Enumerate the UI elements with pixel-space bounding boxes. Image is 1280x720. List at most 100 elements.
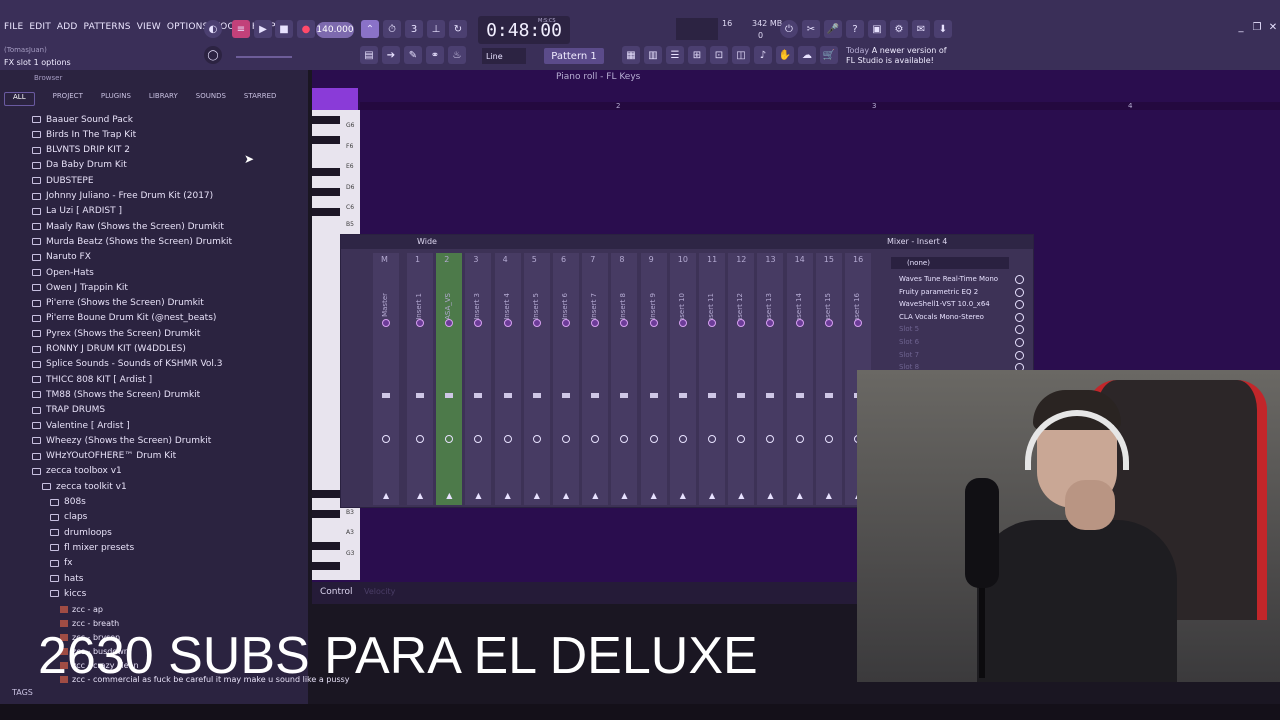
volume-fader[interactable] [474, 393, 483, 398]
volume-fader[interactable] [562, 393, 570, 398]
stereo-knob-icon[interactable] [620, 435, 629, 443]
menu-add[interactable]: ADD [57, 22, 78, 36]
mixer-view-mode[interactable]: Wide [417, 237, 437, 246]
pattern-select[interactable]: Pattern 1 [544, 48, 604, 64]
mixer-strip[interactable]: 13 Insert 13 ▲ [757, 253, 784, 505]
black-key[interactable] [312, 168, 340, 176]
browser-folder[interactable]: THICC 808 KIT [ Ardist ] [32, 372, 152, 387]
fx-slot[interactable]: Slot 7 [899, 351, 919, 359]
route-arrow-icon[interactable]: ▲ [446, 491, 452, 500]
pan-knob-icon[interactable] [416, 319, 424, 327]
volume-fader[interactable] [795, 393, 804, 398]
news-panel[interactable]: Today A newer version of FL Studio is av… [846, 46, 947, 66]
microphone-icon[interactable]: 🎤 [824, 20, 842, 38]
mixer-strip[interactable]: 14 Insert 14 ▲ [786, 253, 813, 505]
browser-folder[interactable]: Baauer Sound Pack [32, 112, 133, 127]
undo-history-icon[interactable]: ✂ [802, 20, 820, 38]
volume-fader[interactable] [737, 393, 746, 398]
channel-rack-icon[interactable]: ▦ [622, 46, 640, 64]
pan-knob-icon[interactable] [737, 319, 746, 327]
control-label[interactable]: Control [320, 587, 353, 597]
help-icon[interactable]: ? [846, 20, 864, 38]
stereo-knob-icon[interactable] [649, 435, 658, 443]
browser-folder[interactable]: kiccs [50, 586, 86, 601]
browser-file[interactable]: zcc - ap [60, 602, 103, 617]
stereo-knob-icon[interactable] [382, 435, 390, 443]
browser-folder[interactable]: Pi'erre (Shows the Screen) Drumkit [32, 296, 204, 311]
black-key[interactable] [312, 116, 340, 124]
stereo-knob-icon[interactable] [445, 435, 454, 443]
mixer-strip[interactable]: 10 Insert 10 ▲ [669, 253, 696, 505]
stereo-knob-icon[interactable] [795, 435, 804, 443]
menu-view[interactable]: VIEW [137, 22, 161, 36]
mixer-strip[interactable]: 12 Insert 12 ▲ [728, 253, 755, 505]
pan-knob-icon[interactable] [445, 319, 454, 327]
tab-all[interactable]: ALL [4, 92, 35, 106]
plugin-picker-icon[interactable]: ⊡ [710, 46, 728, 64]
browser-folder[interactable]: Maaly Raw (Shows the Screen) Drumkit [32, 219, 224, 234]
browser-folder[interactable]: hats [50, 571, 83, 586]
browser-folder[interactable]: BLVNTS DRIP KIT 2 [32, 143, 130, 158]
plugin-icon[interactable]: ⚙ [890, 20, 908, 38]
route-arrow-icon[interactable]: ▲ [826, 491, 832, 500]
mixer-input-select[interactable]: (none) [891, 257, 1009, 269]
fx-enable-icon[interactable] [1015, 312, 1024, 322]
piano-roll-icon[interactable]: ▥ [644, 46, 662, 64]
cart-icon[interactable]: 🛒 [820, 46, 838, 64]
mixer-strip[interactable]: 9 Insert 9 ▲ [640, 253, 667, 505]
tags-label[interactable]: TAGS [12, 688, 33, 697]
playlist-icon[interactable]: ▤ [360, 46, 378, 64]
volume-fader[interactable] [678, 393, 687, 398]
song-mode-icon[interactable]: ≡ [232, 20, 250, 38]
route-arrow-icon[interactable]: ▲ [505, 491, 511, 500]
volume-fader[interactable] [766, 393, 775, 398]
fx-slot[interactable]: Fruity parametric EQ 2 [899, 288, 978, 296]
piano-roll-corner[interactable] [312, 88, 358, 110]
save-icon[interactable]: ▣ [868, 20, 886, 38]
master-volume-knob-icon[interactable]: ◐ [204, 20, 222, 38]
pan-knob-icon[interactable] [474, 319, 483, 327]
volume-fader[interactable] [532, 393, 541, 398]
fx-slot[interactable]: WaveShell1-VST 10.0_x64 [899, 300, 990, 308]
pan-knob-icon[interactable] [382, 319, 390, 327]
step-edit-icon[interactable]: ⊥ [427, 20, 445, 38]
menu-options[interactable]: OPTIONS [167, 22, 209, 36]
pan-knob-icon[interactable] [503, 319, 512, 327]
touch-keyboard-icon[interactable]: ✋ [776, 46, 794, 64]
browser-folder[interactable]: fl mixer presets [50, 540, 134, 555]
browser-folder[interactable]: TRAP DRUMS [32, 403, 105, 418]
route-arrow-icon[interactable]: ▲ [797, 491, 803, 500]
pan-knob-icon[interactable] [708, 319, 716, 327]
route-arrow-icon[interactable]: ▲ [621, 491, 627, 500]
route-arrow-icon[interactable]: ▲ [383, 491, 389, 500]
menu-file[interactable]: FILE [4, 22, 23, 36]
browser-folder[interactable]: Johnny Juliano - Free Drum Kit (2017) [32, 189, 213, 204]
browser-folder[interactable]: zecca toolbox v1 [32, 464, 122, 479]
fx-slot[interactable]: CLA Vocals Mono-Stereo [899, 313, 984, 321]
pan-knob-icon[interactable] [562, 319, 570, 327]
tab-starred[interactable]: STARRED [244, 92, 277, 106]
volume-fader[interactable] [416, 393, 424, 398]
stereo-knob-icon[interactable] [503, 435, 512, 443]
black-key[interactable] [312, 490, 340, 498]
play-icon[interactable]: ▶ [254, 20, 272, 38]
browser-folder[interactable]: Wheezy (Shows the Screen) Drumkit [32, 433, 211, 448]
mixer-strip[interactable]: 6 Insert 6 ▲ [553, 253, 579, 505]
fx-slot[interactable]: Slot 6 [899, 338, 919, 346]
browser-folder[interactable]: Pyrex (Shows the Screen) Drumkit [32, 326, 200, 341]
black-key[interactable] [312, 208, 340, 216]
stereo-knob-icon[interactable] [708, 435, 716, 443]
record-icon[interactable]: ● [297, 20, 315, 38]
route-arrow-icon[interactable]: ▲ [680, 491, 686, 500]
project-icon[interactable]: ◫ [732, 46, 750, 64]
mixer-strip[interactable]: 7 Insert 7 ▲ [582, 253, 609, 505]
arrow-icon[interactable]: ➔ [382, 46, 400, 64]
mixer-strip[interactable]: 8 Insert 8 ▲ [611, 253, 638, 505]
route-arrow-icon[interactable]: ▲ [709, 491, 715, 500]
mixer-strip[interactable]: 4 Insert 4 ▲ [494, 253, 521, 505]
tab-plugins[interactable]: PLUGINS [101, 92, 131, 106]
volume-fader[interactable] [824, 393, 833, 398]
tab-sounds[interactable]: SOUNDS [196, 92, 226, 106]
browser-folder[interactable]: Murda Beatz (Shows the Screen) Drumkit [32, 234, 232, 249]
stamp-icon[interactable]: ♨ [448, 46, 466, 64]
